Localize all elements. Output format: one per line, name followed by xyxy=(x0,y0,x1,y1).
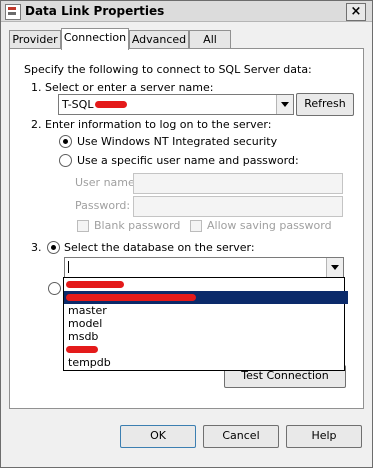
database-dropdown-list: master model msdb tempdb xyxy=(63,277,348,371)
database-option[interactable]: model xyxy=(64,317,348,330)
password-field[interactable] xyxy=(133,196,343,217)
redaction-mark xyxy=(95,101,127,108)
close-button[interactable]: × xyxy=(346,3,366,21)
blank-password-label: Blank password xyxy=(94,219,181,232)
help-button[interactable]: Help xyxy=(286,425,362,448)
attach-database-radio[interactable] xyxy=(48,282,61,295)
windows-auth-radio[interactable] xyxy=(59,135,72,148)
allow-saving-checkbox[interactable] xyxy=(190,220,202,232)
cancel-button[interactable]: Cancel xyxy=(203,425,279,448)
database-option[interactable]: tempdb xyxy=(64,356,348,369)
redaction-mark xyxy=(66,346,98,353)
specific-auth-radio[interactable] xyxy=(59,154,72,167)
database-option-selected[interactable] xyxy=(64,291,348,304)
step1-label: 1. Select or enter a server name: xyxy=(31,81,214,94)
step3-label: Select the database on the server: xyxy=(64,241,255,254)
database-option[interactable]: master xyxy=(64,304,348,317)
password-label: Password: xyxy=(75,199,131,212)
step2-label: 2. Enter information to log on to the se… xyxy=(31,118,272,131)
tab-connection[interactable]: Connection xyxy=(61,28,129,50)
window-title: Data Link Properties xyxy=(25,4,165,18)
tab-advanced[interactable]: Advanced xyxy=(129,30,189,48)
refresh-button[interactable]: Refresh xyxy=(296,93,354,116)
tab-all[interactable]: All xyxy=(189,30,231,48)
step3-number: 3. xyxy=(31,241,42,254)
server-combo[interactable]: T-SQL xyxy=(58,94,294,115)
redaction-mark xyxy=(66,281,124,288)
user-name-label: User name: xyxy=(75,176,139,189)
tab-provider[interactable]: Provider xyxy=(9,30,61,48)
blank-password-checkbox[interactable] xyxy=(77,220,89,232)
dialog-window: Data Link Properties × Provider Connecti… xyxy=(0,0,373,468)
specific-auth-label: Use a specific user name and password: xyxy=(77,154,299,167)
ok-button[interactable]: OK xyxy=(120,425,196,448)
allow-saving-label: Allow saving password xyxy=(207,219,332,232)
database-option[interactable] xyxy=(64,278,348,291)
windows-auth-label: Use Windows NT Integrated security xyxy=(77,135,278,148)
database-option[interactable]: msdb xyxy=(64,330,348,343)
database-combo[interactable] xyxy=(64,257,344,278)
database-option[interactable] xyxy=(64,343,348,356)
user-name-field[interactable] xyxy=(133,173,343,194)
select-database-radio[interactable] xyxy=(47,241,60,254)
text-caret xyxy=(68,261,69,273)
intro-text: Specify the following to connect to SQL … xyxy=(24,63,312,76)
redaction-mark xyxy=(66,294,196,301)
chevron-down-icon[interactable] xyxy=(276,95,293,114)
app-icon xyxy=(5,4,21,20)
title-bar: Data Link Properties × xyxy=(1,1,372,22)
chevron-down-icon[interactable] xyxy=(326,258,343,277)
server-value: T-SQL xyxy=(62,98,94,111)
